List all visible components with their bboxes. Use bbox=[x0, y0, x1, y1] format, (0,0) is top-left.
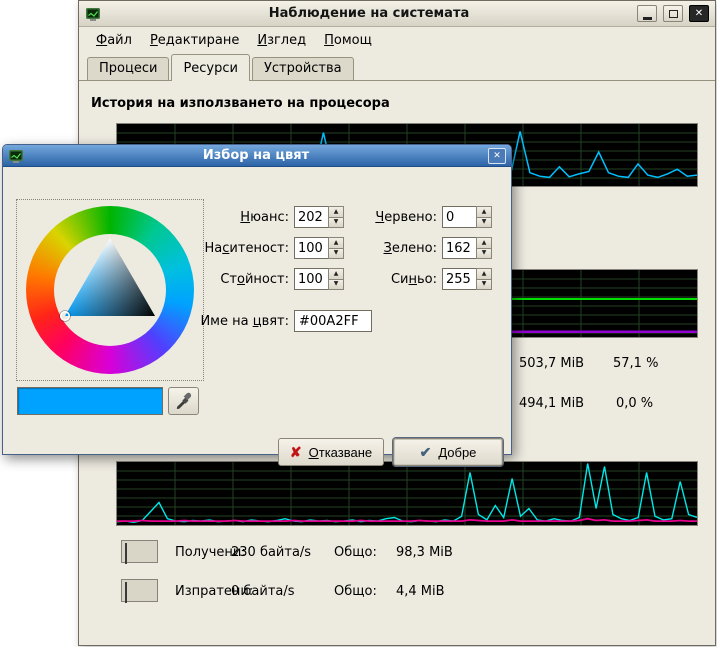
dialog-close-icon: ✕ bbox=[493, 151, 501, 161]
maximize-icon bbox=[669, 10, 678, 18]
sent-color-swatch[interactable] bbox=[121, 579, 158, 602]
saturation-label: Наситеност: bbox=[179, 241, 289, 256]
system-monitor-icon bbox=[85, 6, 101, 22]
green-spinner: ▲▼ bbox=[442, 237, 492, 259]
received-color-swatch[interactable] bbox=[121, 540, 158, 563]
dialog-title: Избор на цвят bbox=[29, 148, 483, 163]
swap-percent: 0,0 % bbox=[616, 396, 653, 411]
cancel-label: Отказване bbox=[309, 445, 373, 460]
color-preview bbox=[17, 387, 163, 415]
memory-value: 503,7 MiB bbox=[519, 356, 584, 371]
main-titlebar[interactable]: Наблюдение на системата ✕ bbox=[79, 1, 715, 27]
received-total: 98,3 MiB bbox=[396, 545, 453, 560]
menu-file[interactable]: Файл bbox=[89, 30, 139, 51]
red-spin-up-icon[interactable]: ▲ bbox=[476, 206, 492, 218]
sent-total: 4,4 MiB bbox=[396, 584, 445, 599]
color-picker-dialog: Избор на цвят ✕ bbox=[2, 144, 512, 455]
menu-edit[interactable]: Редактиране bbox=[143, 30, 246, 51]
value-label: Стойност: bbox=[179, 272, 289, 287]
eyedropper-icon bbox=[175, 391, 193, 412]
menubar: Файл Редактиране Изглед Помощ bbox=[79, 27, 715, 53]
blue-spinner: ▲▼ bbox=[442, 268, 492, 290]
blue-input[interactable] bbox=[442, 268, 476, 290]
tabstrip: Процеси Ресурси Устройства bbox=[79, 53, 715, 81]
ok-label: Добре bbox=[438, 445, 476, 460]
green-spin-down-icon[interactable]: ▼ bbox=[476, 249, 492, 260]
color-name-label: Име на цвят: bbox=[179, 314, 289, 329]
dialog-icon bbox=[8, 148, 24, 164]
tab-processes[interactable]: Процеси bbox=[87, 57, 169, 80]
red-spinner: ▲▼ bbox=[442, 206, 492, 228]
blue-spin-up-icon[interactable]: ▲ bbox=[476, 268, 492, 280]
cpu-section-heading: История на използването на процесора bbox=[91, 96, 390, 111]
swap-value: 494,1 MiB bbox=[519, 396, 584, 411]
color-name-input[interactable] bbox=[294, 310, 372, 332]
tab-resources[interactable]: Ресурси bbox=[171, 54, 250, 81]
network-history-chart bbox=[116, 461, 698, 526]
saturation-input[interactable] bbox=[294, 237, 328, 259]
minimize-button[interactable] bbox=[637, 5, 657, 22]
desktop: Наблюдение на системата ✕ Файл Редактира… bbox=[0, 0, 717, 647]
value-input[interactable] bbox=[294, 268, 328, 290]
received-rate: 230 байта/s bbox=[231, 545, 311, 560]
maximize-button[interactable] bbox=[663, 5, 683, 22]
green-input[interactable] bbox=[442, 237, 476, 259]
ok-icon: ✔ bbox=[420, 444, 432, 461]
minimize-icon bbox=[643, 17, 652, 20]
received-color bbox=[125, 543, 127, 564]
eyedropper-button[interactable] bbox=[168, 387, 199, 415]
sent-total-label: Общо: bbox=[334, 584, 377, 599]
window-title: Наблюдение на системата bbox=[107, 6, 631, 21]
red-spin-down-icon[interactable]: ▼ bbox=[476, 218, 492, 229]
close-button[interactable]: ✕ bbox=[689, 5, 709, 22]
cancel-icon: ✘ bbox=[290, 444, 302, 461]
dialog-close-button[interactable]: ✕ bbox=[488, 148, 506, 164]
hue-label: Нюанс: bbox=[179, 210, 289, 225]
blue-spin-down-icon[interactable]: ▼ bbox=[476, 280, 492, 291]
ok-button[interactable]: ✔ Добре bbox=[393, 438, 503, 466]
menu-help[interactable]: Помощ bbox=[317, 30, 379, 51]
received-total-label: Общо: bbox=[334, 545, 377, 560]
green-spin-up-icon[interactable]: ▲ bbox=[476, 237, 492, 249]
hue-input[interactable] bbox=[294, 206, 328, 228]
red-label: Червено: bbox=[333, 210, 437, 225]
cancel-button[interactable]: ✘ Отказване bbox=[278, 438, 384, 466]
tab-devices[interactable]: Устройства bbox=[252, 57, 354, 80]
saturation-value-triangle[interactable] bbox=[26, 206, 194, 374]
hue-ring[interactable] bbox=[26, 206, 194, 374]
red-input[interactable] bbox=[442, 206, 476, 228]
dialog-body: Нюанс: ▲▼ Наситеност: ▲▼ Стойност: ▲▼ Че… bbox=[3, 167, 511, 456]
memory-percent: 57,1 % bbox=[613, 356, 658, 371]
dialog-titlebar[interactable]: Избор на цвят ✕ bbox=[3, 145, 511, 167]
color-wheel-area bbox=[16, 199, 204, 381]
sent-rate: 0 байта/s bbox=[231, 584, 295, 599]
menu-view[interactable]: Изглед bbox=[250, 30, 313, 51]
blue-label: Синьо: bbox=[333, 272, 437, 287]
close-icon: ✕ bbox=[695, 8, 703, 19]
sent-color bbox=[125, 582, 127, 603]
green-label: Зелено: bbox=[333, 241, 437, 256]
